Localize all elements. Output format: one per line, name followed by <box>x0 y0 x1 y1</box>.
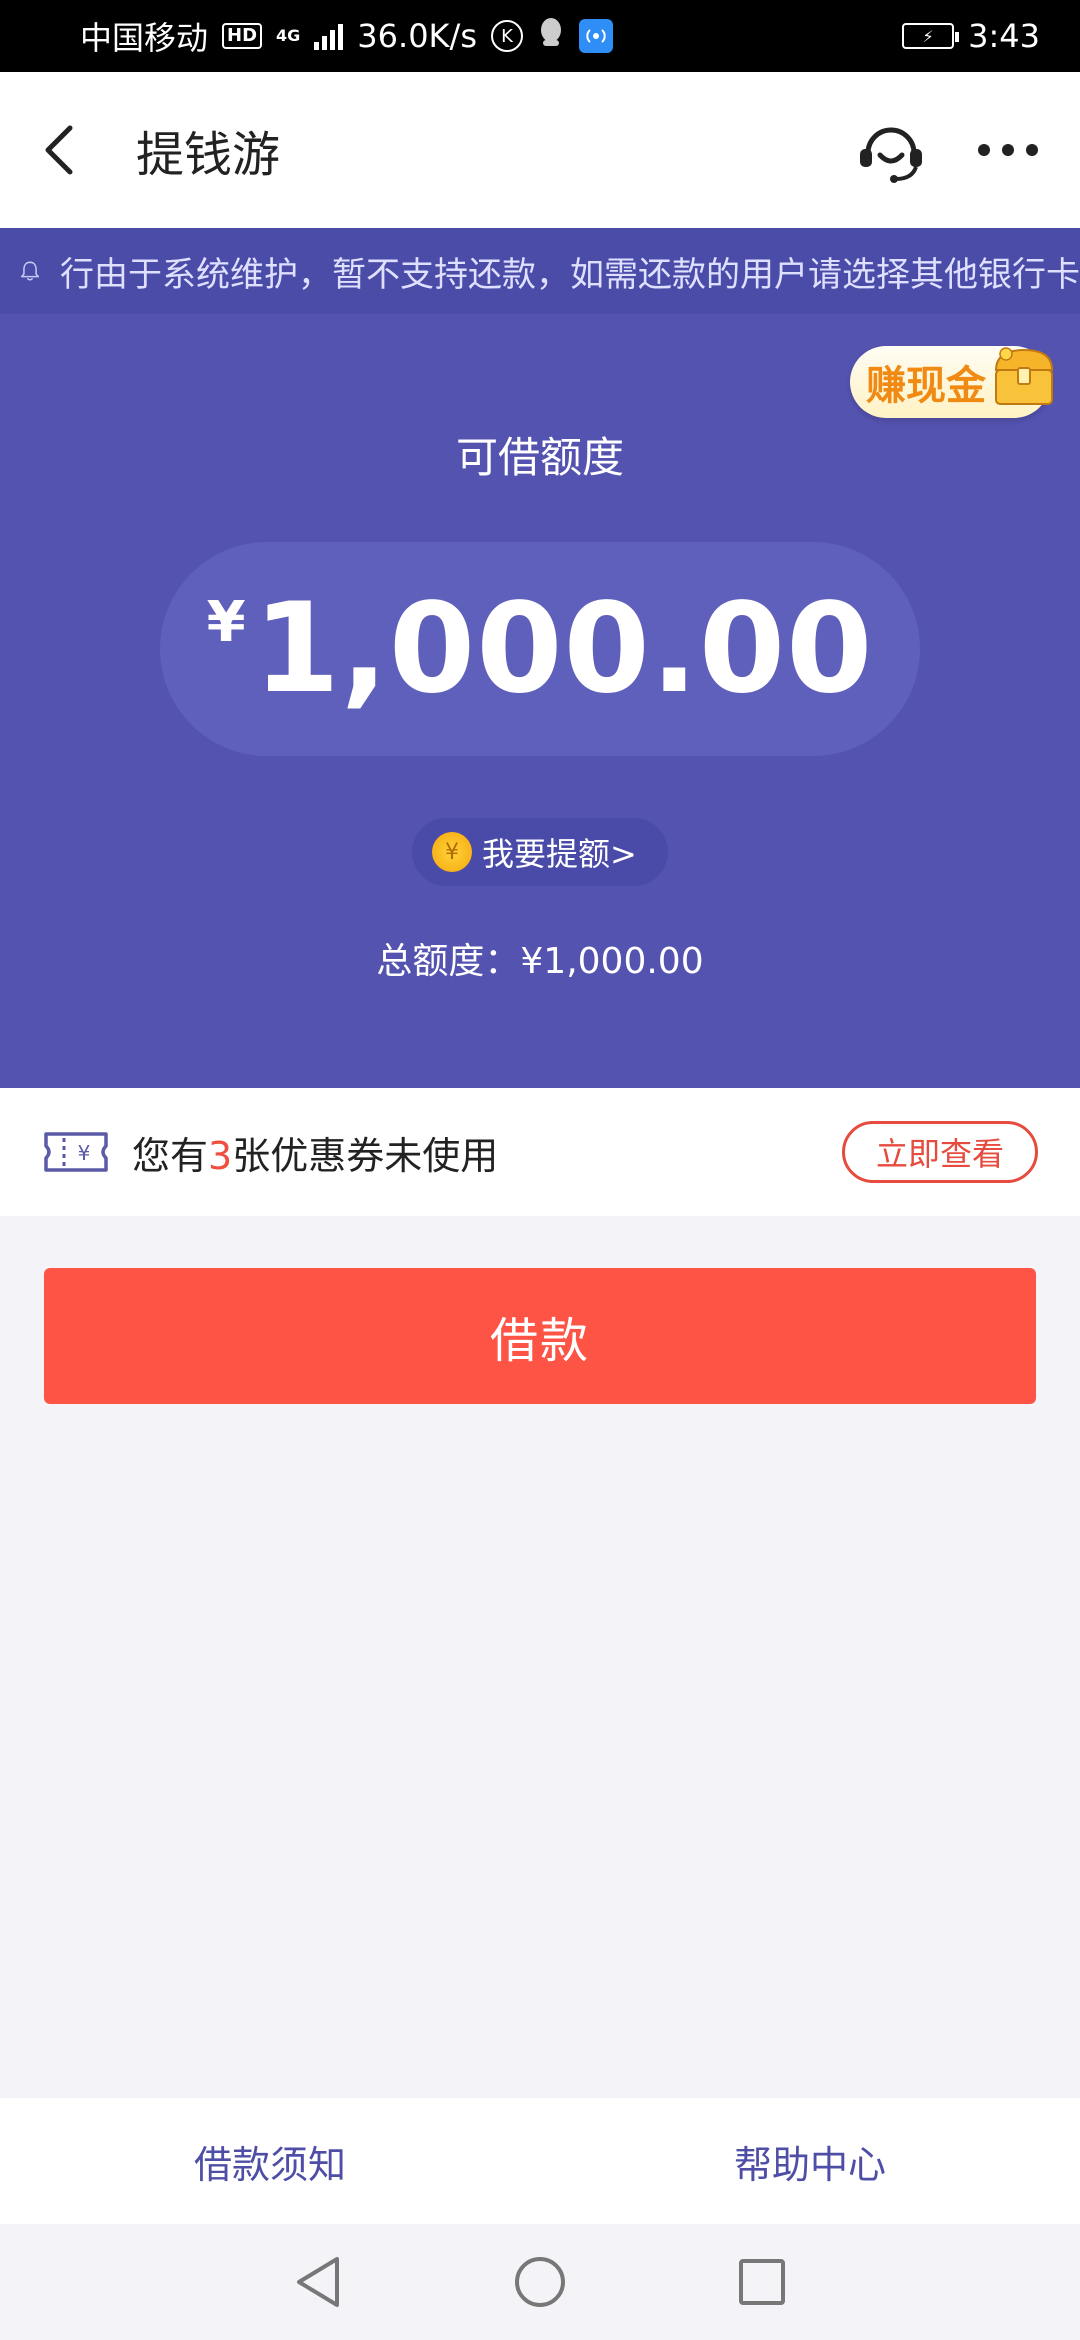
coupon-icon: ¥ <box>44 1132 108 1172</box>
more-options-button[interactable] <box>976 142 1040 158</box>
available-credit-label: 可借额度 <box>455 433 624 482</box>
hotspot-icon <box>578 19 613 53</box>
earn-cash-label: 赚现金 <box>866 363 986 409</box>
more-dots-icon <box>978 144 1038 156</box>
currency-symbol: ¥ <box>206 590 246 655</box>
borrow-button[interactable]: 借款 <box>44 1268 1036 1404</box>
available-amount-display: ¥ 1,000.00 <box>160 542 920 756</box>
clock: 3:43 <box>968 17 1040 55</box>
raise-limit-button[interactable]: ¥ 我要提额> <box>412 818 668 886</box>
notice-text: 行由于系统维护，暂不支持还款，如需还款的用户请选择其他银行卡 <box>60 254 1080 295</box>
coupon-suffix: 张优惠券未使用 <box>232 1133 499 1178</box>
qq-icon <box>537 16 565 56</box>
battery-icon: ⚡ <box>902 23 960 49</box>
help-center-link[interactable]: 帮助中心 <box>540 2134 1080 2189</box>
customer-service-button[interactable] <box>856 117 926 183</box>
header-actions <box>856 117 1040 183</box>
view-coupons-button[interactable]: 立即查看 <box>842 1121 1038 1183</box>
loan-notice-link[interactable]: 借款须知 <box>0 2134 540 2189</box>
available-amount: 1,000.00 <box>253 577 874 721</box>
credit-hero: 赚现金 可借额度 ¥ 1,000.00 ¥ 我要提额> 总额度：¥1,000.0… <box>0 314 1080 1088</box>
recents-square-icon[interactable] <box>737 2257 787 2307</box>
treasure-chest-icon <box>994 347 1054 405</box>
coin-icon: ¥ <box>432 832 472 872</box>
home-circle-icon[interactable] <box>513 2255 567 2309</box>
coupon-message: 您有3张优惠券未使用 <box>132 1125 842 1180</box>
status-right: ⚡ 3:43 <box>902 17 1040 55</box>
status-bar: 中国移动 HD 4G 36.0K/s K ⚡ 3:43 <box>0 0 1080 72</box>
back-button[interactable] <box>40 110 100 190</box>
network-speed: 36.0K/s <box>357 17 477 55</box>
raise-limit-label: 我要提额> <box>482 835 637 873</box>
coupon-count: 3 <box>208 1133 233 1178</box>
page-title: 提钱游 <box>136 127 281 183</box>
status-left: 中国移动 HD 4G 36.0K/s K <box>80 13 902 59</box>
hd-badge: HD <box>222 23 263 49</box>
chevron-left-icon <box>45 125 73 175</box>
footer-links: 借款须知 帮助中心 <box>0 2098 1080 2224</box>
total-credit: 总额度：¥1,000.00 <box>376 941 704 982</box>
carrier-name: 中国移动 <box>80 19 209 57</box>
signal-icon <box>314 22 344 50</box>
system-navigation-bar <box>0 2224 1080 2340</box>
k-app-icon: K <box>490 20 523 52</box>
headset-icon <box>860 127 922 183</box>
notice-bar[interactable]: 行由于系统维护，暂不支持还款，如需还款的用户请选择其他银行卡 <box>0 228 1080 314</box>
coupon-prefix: 您有 <box>132 1133 209 1178</box>
coupon-row: ¥ 您有3张优惠券未使用 立即查看 <box>0 1088 1080 1216</box>
app-header: 提钱游 <box>0 72 1080 228</box>
svg-text:¥: ¥ <box>78 1141 91 1165</box>
earn-cash-button[interactable]: 赚现金 <box>850 346 1054 418</box>
back-triangle-icon[interactable] <box>293 2255 343 2309</box>
bell-icon <box>20 261 40 281</box>
app-screen: 中国移动 HD 4G 36.0K/s K ⚡ 3:43 提钱游 行由于系统维护，… <box>0 0 1080 2340</box>
network-type: 4G <box>276 26 301 45</box>
